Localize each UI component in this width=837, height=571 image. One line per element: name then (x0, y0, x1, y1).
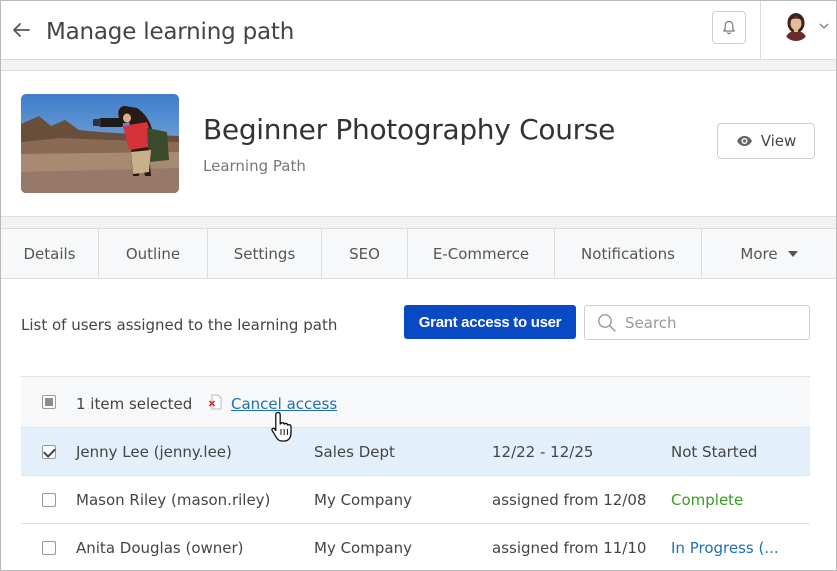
tab-details[interactable]: Details (1, 229, 99, 278)
tab-label: Details (23, 244, 76, 263)
access-dates: 12/22 - 12/25 (492, 443, 594, 461)
table-row[interactable]: Anita Douglas (owner) My Company assigne… (21, 524, 810, 570)
caret-down-icon (787, 250, 798, 257)
tab-label: E-Commerce (432, 244, 530, 263)
row-checkbox[interactable] (42, 445, 56, 459)
bell-icon (723, 20, 735, 35)
course-thumbnail (21, 94, 179, 193)
header-divider (760, 1, 761, 60)
tab-label: SEO (349, 244, 380, 263)
tab-notifications[interactable]: Notifications (555, 229, 702, 278)
table-row[interactable]: Mason Riley (mason.riley) My Company ass… (21, 476, 810, 524)
notifications-button[interactable] (712, 11, 746, 44)
tab-outline[interactable]: Outline (99, 229, 208, 278)
status-text: Not Started (671, 443, 758, 461)
row-checkbox[interactable] (42, 541, 56, 555)
user-name: Jenny Lee (jenny.lee) (76, 443, 232, 461)
search-icon (598, 314, 616, 332)
page-title: Manage learning path (46, 19, 295, 45)
table-row[interactable]: Jenny Lee (jenny.lee) Sales Dept 12/22 -… (21, 428, 810, 476)
tab-more[interactable]: More (702, 229, 836, 278)
user-name: Anita Douglas (owner) (76, 539, 244, 557)
spacer-band (1, 216, 836, 229)
spacer-band (1, 60, 836, 71)
access-dates: assigned from 12/08 (492, 491, 647, 509)
tab-label: Settings (233, 244, 296, 263)
view-button[interactable]: View (717, 123, 815, 159)
cancel-doc-icon (209, 394, 222, 410)
tab-label: Notifications (581, 244, 675, 263)
select-all-checkbox[interactable] (42, 395, 56, 409)
chevron-down-icon[interactable] (819, 22, 829, 30)
row-checkbox[interactable] (42, 493, 56, 507)
user-department: Sales Dept (314, 443, 395, 461)
tab-label: More (740, 244, 778, 263)
tab-label: Outline (125, 244, 181, 263)
selection-count: 1 item selected (76, 395, 193, 413)
grant-access-button[interactable]: Grant access to user (404, 305, 576, 339)
cancel-access-link[interactable]: Cancel access (231, 395, 337, 413)
search-box (584, 305, 810, 340)
tab-settings[interactable]: Settings (208, 229, 322, 278)
top-bar: Manage learning path (1, 1, 836, 60)
user-department: My Company (314, 491, 412, 509)
course-type: Learning Path (203, 157, 306, 175)
status-text: Complete (671, 491, 744, 509)
selection-bar: 1 item selected Cancel access (21, 376, 810, 428)
course-title: Beginner Photography Course (203, 113, 616, 146)
view-button-label: View (760, 132, 797, 150)
user-department: My Company (314, 539, 412, 557)
eye-icon (736, 136, 752, 146)
list-description: List of users assigned to the learning p… (21, 316, 338, 334)
tab-seo[interactable]: SEO (322, 229, 408, 278)
app-window: Manage learning path Beginner Photograph… (0, 0, 837, 571)
search-input[interactable] (625, 306, 805, 339)
access-dates: assigned from 11/10 (492, 539, 647, 557)
status-link[interactable]: In Progress (... (671, 539, 779, 557)
user-name: Mason Riley (mason.riley) (76, 491, 271, 509)
tab-bar: Details Outline Settings SEO E-Commerce … (1, 229, 836, 279)
avatar[interactable] (782, 11, 810, 41)
back-arrow-icon[interactable] (10, 19, 32, 41)
tab-ecommerce[interactable]: E-Commerce (408, 229, 555, 278)
